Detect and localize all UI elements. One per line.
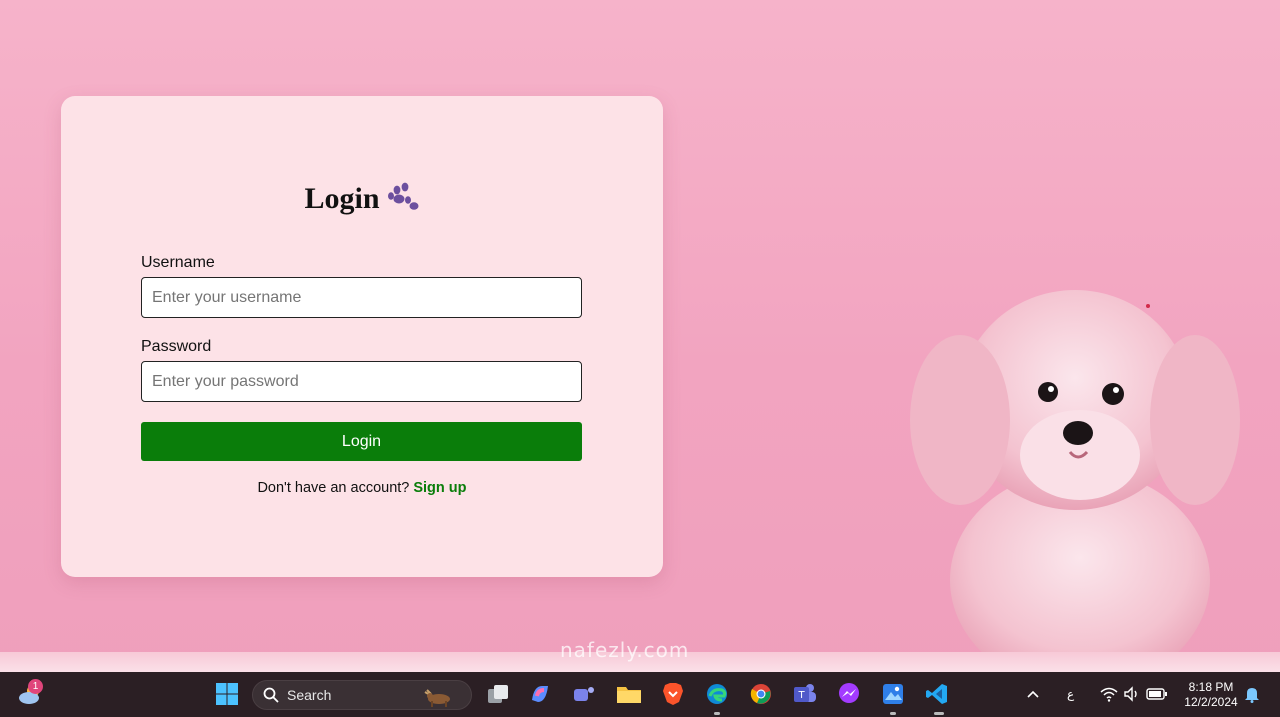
vscode-icon[interactable]: [923, 680, 951, 708]
clock-date: 12/2/2024: [1184, 695, 1238, 709]
watermark: nafezly.com: [560, 638, 690, 662]
copilot-icon[interactable]: [526, 680, 554, 708]
svg-text:T: T: [797, 690, 805, 701]
taskbar: 1 Search T ع 8:18 PM 12/2/2024: [0, 672, 1280, 717]
red-dot: [1146, 304, 1150, 308]
teams-chat-icon[interactable]: [570, 680, 598, 708]
taskbar-clock[interactable]: 8:18 PM 12/2/2024: [1180, 680, 1242, 710]
chevron-up-icon[interactable]: [1019, 680, 1047, 708]
moose-icon: [424, 689, 450, 707]
signup-link[interactable]: Sign up: [413, 480, 466, 496]
brave-browser-icon[interactable]: [659, 680, 687, 708]
file-explorer-icon[interactable]: [615, 680, 643, 708]
task-view-icon[interactable]: [484, 680, 512, 708]
battery-icon[interactable]: [1143, 680, 1171, 708]
search-label: Search: [287, 687, 332, 703]
photos-active-indicator: [890, 712, 896, 715]
password-input[interactable]: [141, 361, 582, 402]
chrome-browser-icon[interactable]: [747, 680, 775, 708]
password-label: Password: [141, 338, 212, 355]
teams-icon[interactable]: T: [791, 680, 819, 708]
windows-start-icon[interactable]: [213, 680, 241, 708]
clock-time: 8:18 PM: [1188, 680, 1234, 694]
vscode-active-indicator: [934, 712, 944, 715]
language-indicator[interactable]: ع: [1067, 687, 1074, 701]
messenger-icon[interactable]: [835, 680, 863, 708]
login-card: Login Username Password Login Don't have…: [61, 96, 663, 577]
puppy-illustration: [910, 290, 1240, 672]
username-input[interactable]: [141, 277, 582, 318]
login-title-text: Login: [304, 182, 380, 215]
login-button[interactable]: Login: [141, 422, 582, 461]
edge-active-indicator: [714, 712, 720, 715]
signup-line: Don't have an account? Sign up: [61, 480, 663, 496]
notification-bell-icon[interactable]: [1238, 680, 1266, 708]
signup-prompt: Don't have an account?: [257, 480, 410, 496]
login-heading: Login: [61, 180, 663, 216]
weather-badge: 1: [28, 679, 43, 694]
username-label: Username: [141, 254, 215, 271]
search-icon: [263, 687, 279, 703]
paw-icon: [387, 182, 419, 210]
volume-icon[interactable]: [1118, 680, 1146, 708]
photos-icon[interactable]: [879, 680, 907, 708]
edge-browser-icon[interactable]: [703, 680, 731, 708]
taskbar-search[interactable]: Search: [252, 680, 472, 710]
